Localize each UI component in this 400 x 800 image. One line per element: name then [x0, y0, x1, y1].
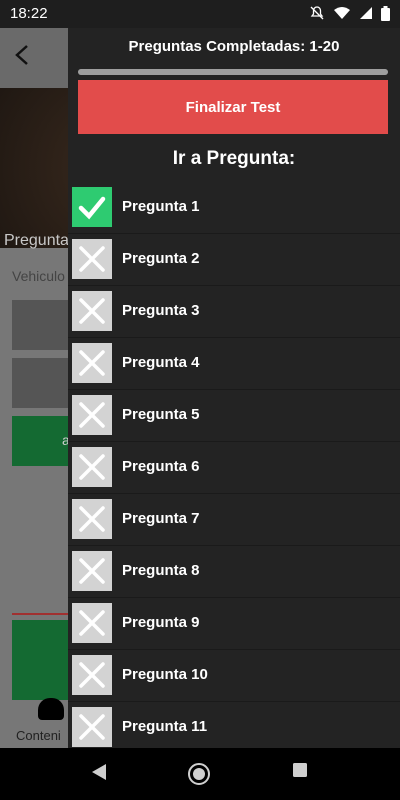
- wifi-icon: [333, 6, 351, 25]
- question-label: Pregunta 5: [122, 406, 200, 423]
- question-label: Pregunta 8: [122, 562, 200, 579]
- question-item[interactable]: Pregunta 2: [68, 234, 400, 286]
- question-label: Pregunta 1: [122, 198, 200, 215]
- status-icons: [309, 5, 390, 26]
- answer-option[interactable]: [12, 358, 72, 408]
- battery-icon: [381, 5, 390, 26]
- progress-bar: [78, 69, 388, 75]
- question-label: Pregunta 6: [122, 458, 200, 475]
- question-item[interactable]: Pregunta 8: [68, 546, 400, 598]
- back-nav-icon[interactable]: [90, 762, 108, 787]
- question-label: Pregunta 10: [122, 666, 208, 683]
- home-nav-icon[interactable]: [187, 762, 211, 791]
- question-label: Pregunta 11: [122, 718, 208, 735]
- question-item[interactable]: Pregunta 11: [68, 702, 400, 748]
- question-item[interactable]: Pregunta 6: [68, 442, 400, 494]
- answer-option[interactable]: [12, 300, 72, 350]
- question-label: Pregunta 3: [122, 302, 200, 319]
- finish-test-button[interactable]: Finalizar Test: [78, 80, 388, 134]
- question-item[interactable]: Pregunta 9: [68, 598, 400, 650]
- question-subtitle: Vehiculo: [12, 268, 65, 284]
- system-nav-bar: [0, 748, 400, 800]
- close-icon: [72, 499, 112, 539]
- helmet-icon[interactable]: [38, 698, 64, 720]
- status-bar: 18:22: [0, 0, 400, 28]
- recents-nav-icon[interactable]: [292, 762, 308, 783]
- question-label: Pregunta 7: [122, 510, 200, 527]
- completed-header: Preguntas Completadas: 1-20: [128, 38, 340, 55]
- question-item[interactable]: Pregunta 1: [68, 182, 400, 234]
- close-icon: [72, 395, 112, 435]
- divider: [12, 613, 72, 615]
- close-icon: [72, 655, 112, 695]
- close-icon: [72, 551, 112, 591]
- question-item[interactable]: Pregunta 4: [68, 338, 400, 390]
- status-time: 18:22: [10, 5, 48, 22]
- answer-option-selected[interactable]: a: [12, 416, 72, 466]
- close-icon: [72, 239, 112, 279]
- close-icon: [72, 603, 112, 643]
- question-label: Pregunta 4: [122, 354, 200, 371]
- mute-notifications-icon: [309, 5, 325, 26]
- next-button[interactable]: [12, 620, 72, 700]
- close-icon: [72, 291, 112, 331]
- progress-fill: [78, 69, 388, 75]
- question-item[interactable]: Pregunta 5: [68, 390, 400, 442]
- close-icon: [72, 447, 112, 487]
- question-label: Pregunta 2: [122, 250, 200, 267]
- question-list: Pregunta 1 Pregunta 2 Pregunta 3 Pregunta 4…: [68, 182, 400, 748]
- question-item[interactable]: Pregunta 10: [68, 650, 400, 702]
- question-label: Pregunta 9: [122, 614, 200, 631]
- goto-question-title: Ir a Pregunta:: [172, 148, 296, 169]
- signal-icon: [359, 6, 373, 25]
- checkmark-icon: [72, 187, 112, 227]
- question-item[interactable]: Pregunta 3: [68, 286, 400, 338]
- question-drawer: Preguntas Completadas: 1-20 Finalizar Te…: [68, 28, 400, 748]
- back-arrow-icon[interactable]: [14, 44, 34, 68]
- question-item[interactable]: Pregunta 7: [68, 494, 400, 546]
- hero-caption: Pregunta: [4, 232, 69, 249]
- close-icon: [72, 707, 112, 747]
- bottom-nav-label: Conteni: [16, 728, 61, 743]
- close-icon: [72, 343, 112, 383]
